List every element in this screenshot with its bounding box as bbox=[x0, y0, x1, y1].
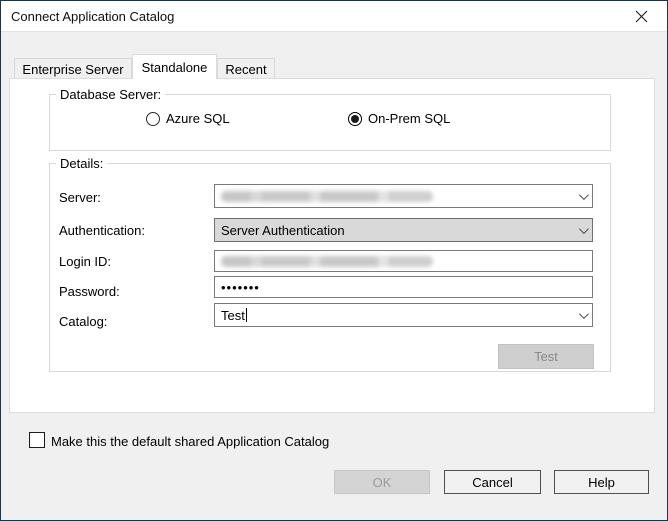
chevron-down-icon[interactable] bbox=[579, 304, 586, 326]
password-label: Password: bbox=[59, 284, 120, 299]
chevron-down-icon[interactable] bbox=[579, 219, 586, 241]
test-button[interactable]: Test bbox=[498, 344, 594, 369]
tab-label: Recent bbox=[225, 62, 266, 77]
catalog-combobox[interactable]: Test bbox=[214, 303, 593, 327]
close-icon bbox=[635, 10, 648, 23]
tab-label: Enterprise Server bbox=[22, 62, 123, 77]
tab-enterprise-server[interactable]: Enterprise Server bbox=[14, 58, 132, 79]
database-server-legend: Database Server: bbox=[56, 87, 165, 102]
radio-label: Azure SQL bbox=[166, 111, 230, 126]
authentication-value: Server Authentication bbox=[221, 223, 345, 238]
default-catalog-checkbox[interactable] bbox=[29, 432, 45, 448]
password-masked-value: ••••••• bbox=[221, 280, 260, 295]
help-button[interactable]: Help bbox=[554, 470, 649, 494]
login-id-label: Login ID: bbox=[59, 254, 111, 269]
catalog-label: Catalog: bbox=[59, 314, 107, 329]
help-button-label: Help bbox=[588, 475, 615, 490]
radio-azure-sql[interactable]: Azure SQL bbox=[146, 111, 230, 126]
chevron-down-icon[interactable] bbox=[579, 185, 586, 207]
details-legend: Details: bbox=[56, 156, 107, 171]
login-id-input[interactable] bbox=[214, 250, 593, 272]
tab-standalone[interactable]: Standalone bbox=[132, 54, 217, 79]
radio-unselected-icon bbox=[146, 112, 160, 126]
database-server-group bbox=[49, 94, 611, 151]
server-combobox[interactable] bbox=[214, 184, 593, 208]
authentication-dropdown[interactable]: Server Authentication bbox=[214, 218, 593, 242]
close-button[interactable] bbox=[617, 1, 665, 31]
title-bar: Connect Application Catalog bbox=[1, 1, 667, 32]
server-label: Server: bbox=[59, 190, 101, 205]
authentication-label: Authentication: bbox=[59, 223, 145, 238]
dialog-title: Connect Application Catalog bbox=[11, 9, 174, 24]
catalog-value: Test bbox=[221, 308, 245, 323]
test-button-label: Test bbox=[534, 349, 558, 364]
cancel-button-label: Cancel bbox=[472, 475, 512, 490]
ok-button-label: OK bbox=[373, 475, 392, 490]
login-id-value-redacted bbox=[221, 256, 433, 267]
tab-recent[interactable]: Recent bbox=[217, 58, 275, 79]
tab-label: Standalone bbox=[142, 60, 208, 75]
text-caret bbox=[246, 308, 247, 322]
default-catalog-checkbox-label: Make this the default shared Application… bbox=[51, 434, 329, 449]
radio-selected-icon bbox=[348, 112, 362, 126]
radio-on-prem-sql[interactable]: On-Prem SQL bbox=[348, 111, 450, 126]
server-value-redacted bbox=[221, 191, 433, 202]
cancel-button[interactable]: Cancel bbox=[444, 470, 541, 494]
radio-label: On-Prem SQL bbox=[368, 111, 450, 126]
connect-application-catalog-dialog: Connect Application Catalog Enterprise S… bbox=[0, 0, 668, 521]
password-input[interactable]: ••••••• bbox=[214, 276, 593, 298]
ok-button[interactable]: OK bbox=[334, 470, 430, 494]
